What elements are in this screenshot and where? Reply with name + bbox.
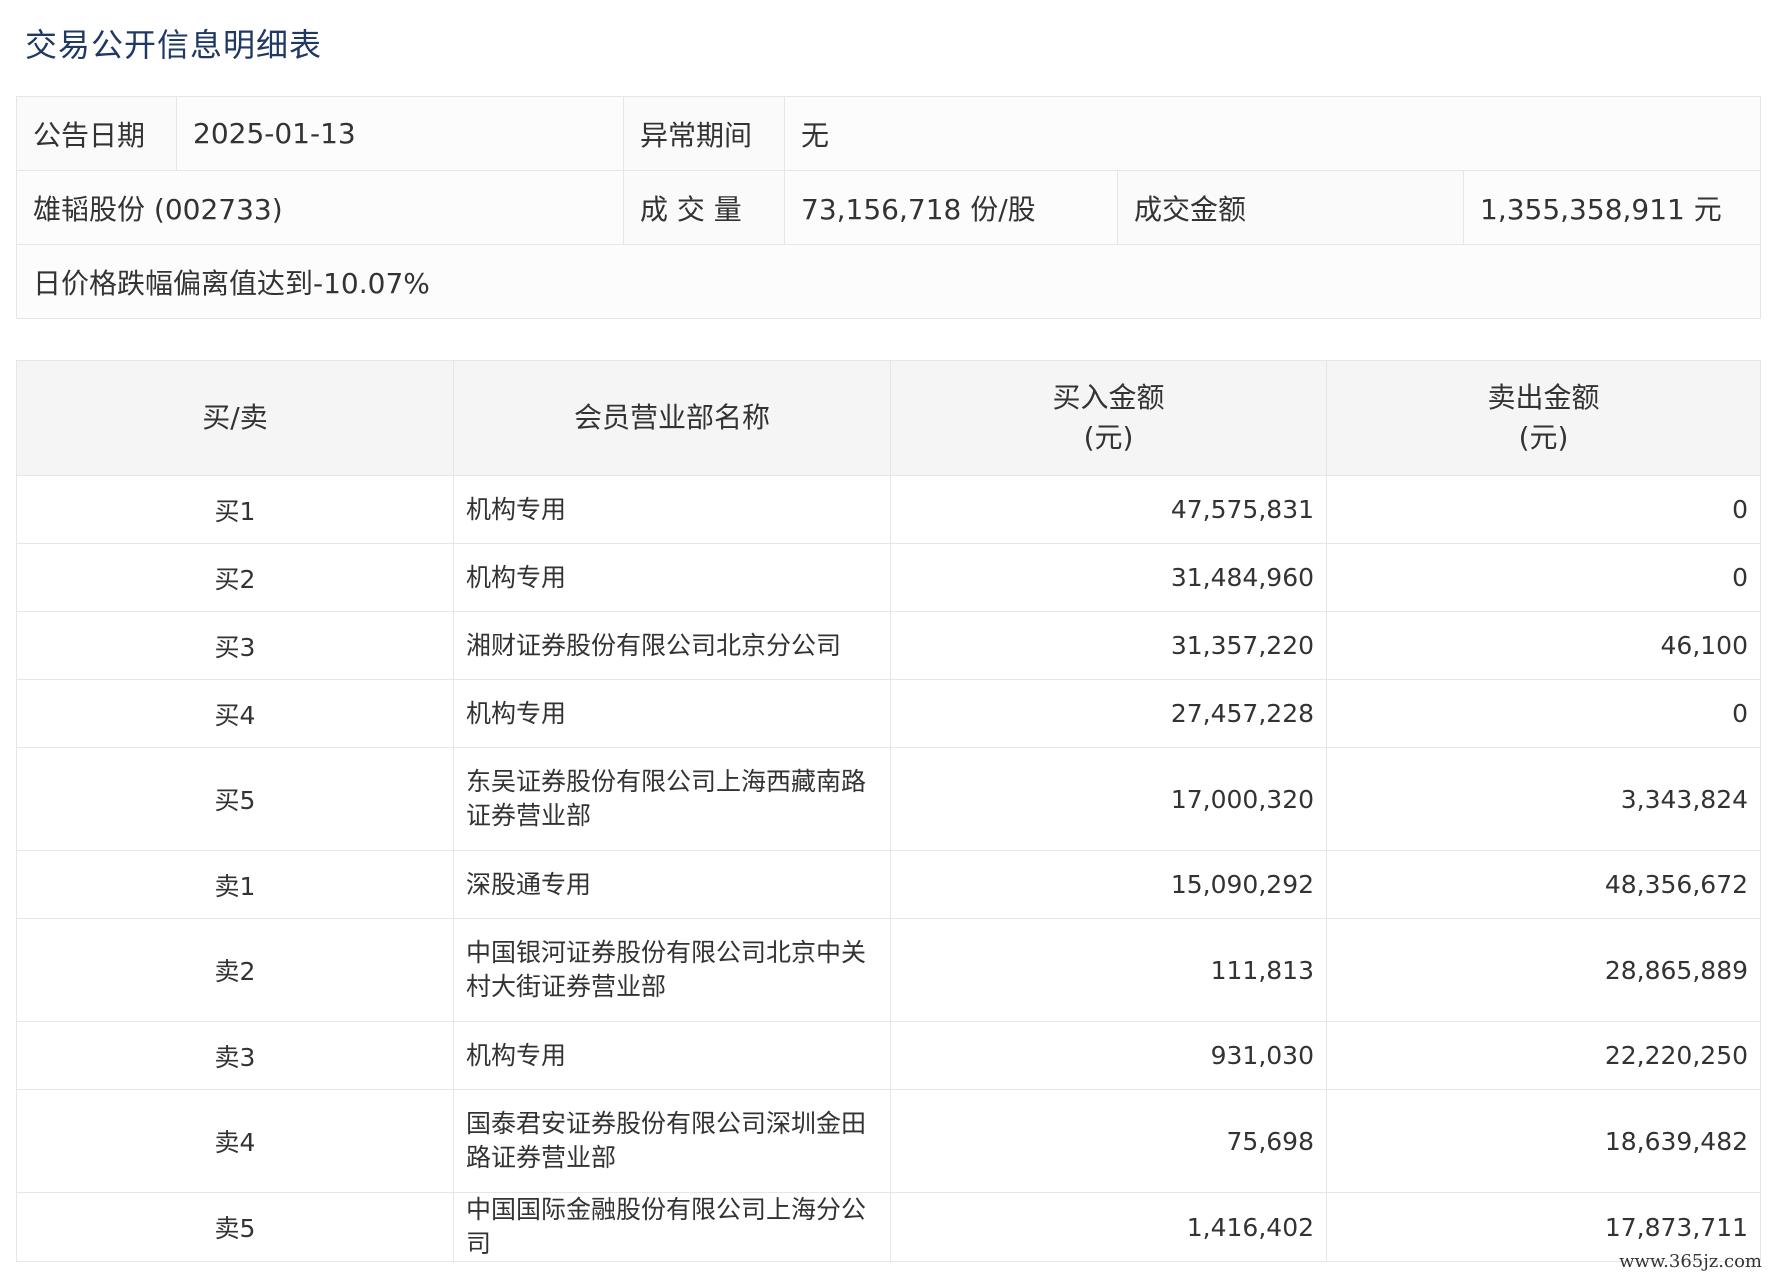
header-buy-line1: 买入金额 [1052,381,1165,414]
row-name: 机构专用 [453,475,891,544]
row-name: 湘财证券股份有限公司北京分公司 [453,611,891,680]
row-side: 买5 [16,747,454,851]
header-sell-line2: (元) [1518,421,1569,454]
row-buy: 17,000,320 [890,747,1327,851]
info-row-reason: 日价格跌幅偏离值达到-10.07% [15,244,1762,319]
amount-value: 1,355,358,911 元 [1462,170,1762,245]
date-value: 2025-01-13 [176,96,624,171]
page-title: 交易公开信息明细表 [25,26,323,64]
header-buy: 买入金额 (元) [890,360,1327,476]
table-row: 买2 机构专用 31,484,960 0 [16,543,1761,612]
row-name: 中国国际金融股份有限公司上海分公司 [453,1192,891,1262]
row-sell: 0 [1326,543,1761,612]
row-side: 卖3 [16,1021,454,1090]
row-side: 卖1 [16,850,454,919]
row-side: 卖5 [16,1192,454,1262]
row-buy: 931,030 [890,1021,1327,1090]
header-side: 买/卖 [16,360,454,476]
header-sell: 卖出金额 (元) [1326,360,1761,476]
row-buy: 111,813 [890,918,1327,1022]
row-name: 东吴证券股份有限公司上海西藏南路证券营业部 [453,747,891,851]
table-row: 卖5 中国国际金融股份有限公司上海分公司 1,416,402 17,873,71… [16,1192,1761,1262]
period-value: 无 [783,96,1762,171]
row-side: 买1 [16,475,454,544]
header-name: 会员营业部名称 [453,360,891,476]
row-name: 机构专用 [453,1021,891,1090]
row-side: 买4 [16,679,454,748]
table-row: 买4 机构专用 27,457,228 0 [16,679,1761,748]
table-row: 卖2 中国银河证券股份有限公司北京中关村大街证券营业部 111,813 28,8… [16,918,1761,1022]
table-row: 卖4 国泰君安证券股份有限公司深圳金田路证券营业部 75,698 18,639,… [16,1089,1761,1193]
table-row: 卖3 机构专用 931,030 22,220,250 [16,1021,1761,1090]
row-name: 机构专用 [453,543,891,612]
date-label: 公告日期 [16,96,177,171]
row-sell: 0 [1326,475,1761,544]
info-row-date: 公告日期 2025-01-13 异常期间 无 [16,96,1762,171]
row-buy: 31,357,220 [890,611,1327,680]
detail-header-row: 买/卖 会员营业部名称 买入金额 (元) 卖出金额 (元) [16,360,1761,476]
stock-name: 雄韬股份 (002733) [16,170,624,245]
row-name: 深股通专用 [453,850,891,919]
header-sell-line1: 卖出金额 [1487,381,1600,414]
row-name: 中国银河证券股份有限公司北京中关村大街证券营业部 [453,918,891,1022]
row-buy: 75,698 [890,1089,1327,1193]
row-sell: 22,220,250 [1326,1021,1761,1090]
row-sell: 0 [1326,679,1761,748]
row-name: 国泰君安证券股份有限公司深圳金田路证券营业部 [453,1089,891,1193]
header-buy-line2: (元) [1083,421,1134,454]
table-row: 买5 东吴证券股份有限公司上海西藏南路证券营业部 17,000,320 3,34… [16,747,1761,851]
row-sell: 46,100 [1326,611,1761,680]
table-row: 买1 机构专用 47,575,831 0 [16,475,1761,544]
row-name: 机构专用 [453,679,891,748]
reason-text: 日价格跌幅偏离值达到-10.07% [15,244,1762,319]
volume-value: 73,156,718 份/股 [784,170,1118,245]
volume-label: 成 交 量 [623,170,785,245]
row-side: 买3 [16,611,454,680]
row-buy: 47,575,831 [890,475,1327,544]
row-sell: 48,356,672 [1326,850,1761,919]
amount-label: 成交金额 [1117,170,1464,245]
row-side: 买2 [16,543,454,612]
info-table: 公告日期 2025-01-13 异常期间 无 雄韬股份 (002733) 成 交… [15,96,1762,319]
row-sell: 3,343,824 [1326,747,1761,851]
row-buy: 31,484,960 [890,543,1327,612]
detail-table: 买/卖 会员营业部名称 买入金额 (元) 卖出金额 (元) 买1 机构专用 47… [16,360,1761,1262]
row-sell: 28,865,889 [1326,918,1761,1022]
table-row: 买3 湘财证券股份有限公司北京分公司 31,357,220 46,100 [16,611,1761,680]
row-side: 卖2 [16,918,454,1022]
row-buy: 15,090,292 [890,850,1327,919]
watermark: www.365jz.com [1619,1251,1762,1272]
row-buy: 27,457,228 [890,679,1327,748]
table-row: 卖1 深股通专用 15,090,292 48,356,672 [16,850,1761,919]
row-side: 卖4 [16,1089,454,1193]
row-buy: 1,416,402 [890,1192,1327,1262]
period-label: 异常期间 [623,96,785,171]
row-sell: 18,639,482 [1326,1089,1761,1193]
info-row-volume: 雄韬股份 (002733) 成 交 量 73,156,718 份/股 成交金额 … [16,170,1762,245]
